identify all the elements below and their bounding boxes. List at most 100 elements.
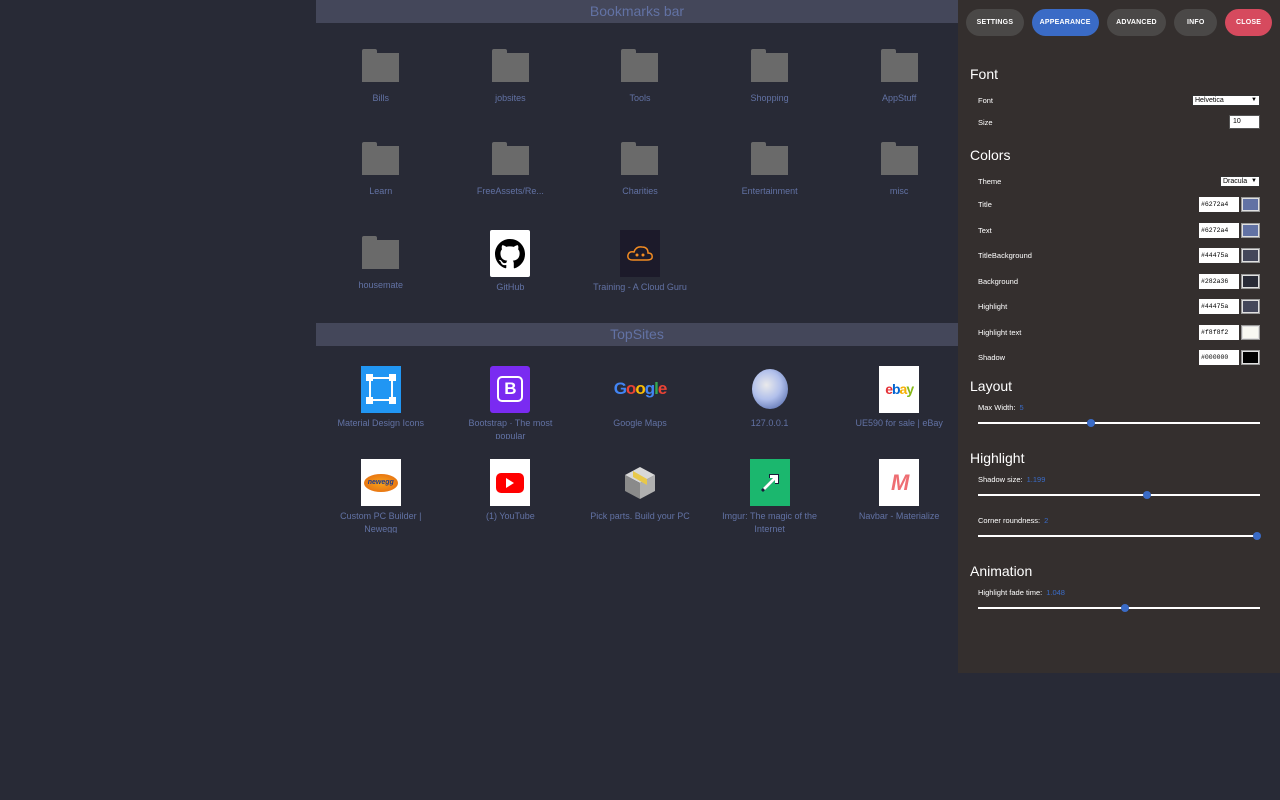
bookmark-tile-label: Shopping (750, 92, 789, 103)
corner-roundness-label: Corner roundness: (978, 515, 1041, 525)
topsite-tile[interactable]: newegg Custom PC Builder | Newegg (316, 439, 446, 533)
corner-roundness-value: 2 (1044, 515, 1049, 525)
size-input[interactable]: 10 (1229, 115, 1260, 129)
background-color-swatch[interactable] (1241, 273, 1260, 289)
max-width-slider-block: Max Width: 5 (958, 402, 1280, 427)
fade-time-label: Highlight fade time: (978, 587, 1043, 597)
highlight-text-hex-input[interactable]: #f8f8f2 (1199, 324, 1239, 340)
tab-appearance[interactable]: APPEARANCE (1031, 9, 1099, 36)
color-row-titlebackground: TitleBackground #44475a (958, 243, 1280, 269)
bookmark-tile[interactable]: FreeAssets/Re... (446, 117, 576, 211)
shadow-slider-block: Shadow size: 1.199 (958, 475, 1280, 499)
folder-icon (490, 43, 530, 88)
close-button[interactable]: CLOSE (1225, 9, 1272, 36)
tab-advanced[interactable]: ADVANCED (1106, 9, 1167, 36)
highlight-color-swatch[interactable] (1241, 299, 1260, 315)
bookmark-tile-label: misc (889, 186, 909, 197)
topsites-grid: Material Design Icons B Bootstrap · The mo… (316, 346, 964, 533)
corner-roundness-slider[interactable] (978, 531, 1262, 540)
topsite-tile[interactable]: Pick parts. Build your PC (575, 439, 705, 533)
bookmarks-grid: Bills jobsites Tools Shopping AppStuff Learn F… (316, 23, 964, 304)
font-select[interactable]: Helvetica ▼ (1192, 94, 1260, 106)
shadow-color-label: Shadow (978, 353, 1006, 363)
bookmark-tile[interactable]: misc (834, 117, 964, 211)
shadow-size-slider-thumb[interactable] (1143, 490, 1152, 499)
topsite-tile-label: Material Design Icons (337, 417, 425, 428)
text-hex-input[interactable]: #6272a4 (1199, 222, 1239, 238)
chevron-down-icon: ▼ (1251, 177, 1257, 184)
max-width-value: 5 (1019, 402, 1024, 412)
fade-time-slider-thumb[interactable] (1120, 603, 1129, 612)
bookmark-tile[interactable]: Training - A Cloud Guru (575, 210, 705, 304)
corner-roundness-slider-thumb[interactable] (1253, 531, 1262, 540)
tab-info[interactable]: INFO (1174, 9, 1218, 36)
title-hex-input[interactable]: #6272a4 (1199, 197, 1239, 213)
bookmark-tile[interactable]: jobsites (446, 23, 576, 117)
new-tab-content: Bookmarks bar Bills jobsites Tools Shopping… (316, 0, 958, 533)
topsite-tile-label: UE590 for sale | eBay (855, 417, 943, 428)
folder-icon (879, 43, 919, 88)
size-label: Size (978, 117, 993, 127)
bookmark-tile[interactable]: Charities (575, 117, 705, 211)
highlight-hex-input[interactable]: #44475a (1199, 299, 1239, 315)
topsite-tile[interactable]: (1) YouTube (446, 439, 576, 533)
text-color-swatch[interactable] (1241, 222, 1260, 238)
topsite-tile[interactable]: Material Design Icons (316, 346, 446, 440)
shadow-color-swatch[interactable] (1241, 350, 1260, 366)
titlebackground-hex-input[interactable]: #44475a (1199, 248, 1239, 264)
bookmark-tile[interactable]: Entertainment (705, 117, 835, 211)
highlight-text-color-swatch[interactable] (1241, 324, 1260, 340)
background-color-label: Background (978, 276, 1019, 286)
animation-heading: Animation (970, 562, 1033, 579)
materialize-icon: M (879, 459, 920, 506)
topsite-tile[interactable]: B Bootstrap · The most popular (446, 346, 576, 439)
bookmark-tile-label: housemate (358, 279, 404, 290)
bookmark-tile[interactable]: Bills (316, 23, 446, 117)
bookmark-tile[interactable]: housemate (316, 210, 446, 304)
max-width-slider[interactable] (978, 418, 1260, 427)
bookmark-tile[interactable]: AppStuff (834, 23, 964, 117)
topsite-tile[interactable]: Google Google Maps (575, 346, 705, 440)
background-color-controls: #282a36 (1199, 273, 1260, 289)
folder-icon (620, 43, 660, 88)
tab-settings[interactable]: SETTINGS (966, 9, 1024, 36)
topsite-tile[interactable]: Imgur: The magic of the Internet (705, 439, 835, 533)
folder-icon (879, 137, 919, 182)
max-width-slider-thumb[interactable] (1086, 418, 1095, 427)
bookmark-tile[interactable]: Tools (575, 23, 705, 117)
folder-icon (490, 137, 530, 182)
youtube-icon (490, 459, 531, 506)
bookmarks-bar-header: Bookmarks bar (316, 0, 958, 23)
title-color-swatch[interactable] (1241, 197, 1260, 213)
bookmark-tile[interactable]: GitHub (446, 210, 576, 304)
color-row-shadow: Shadow #000000 (958, 345, 1280, 371)
topsite-tile[interactable]: ebay UE590 for sale | eBay (834, 346, 964, 440)
topsite-tile-label: Google Maps (613, 417, 667, 428)
fade-time-slider[interactable] (978, 603, 1260, 612)
topsite-tile-label: (1) YouTube (486, 511, 535, 521)
bookmark-tile-label: Charities (622, 186, 658, 197)
folder-icon (361, 43, 401, 88)
topsite-tile-label: Custom PC Builder | Newegg (340, 511, 422, 533)
shadow-hex-input[interactable]: #000000 (1199, 350, 1239, 366)
folder-icon (620, 137, 660, 182)
max-width-label: Max Width: (978, 402, 1016, 412)
theme-label: Theme (978, 176, 1002, 186)
titlebackground-color-label: TitleBackground (978, 251, 1032, 261)
background-hex-input[interactable]: #282a36 (1199, 273, 1239, 289)
folder-icon (750, 43, 790, 88)
highlight-color-controls: #44475a (1199, 299, 1260, 315)
topsite-tile[interactable]: M Navbar - Materialize (834, 439, 964, 533)
topsite-tile[interactable]: 127.0.0.1 (705, 346, 835, 440)
bookmark-tile[interactable]: Shopping (705, 23, 835, 117)
settings-panel: SETTINGS APPEARANCE ADVANCED INFO CLOSE … (958, 0, 1280, 673)
pcpartpicker-icon (620, 459, 660, 506)
titlebackground-color-swatch[interactable] (1241, 248, 1260, 264)
bookmark-tile-label: GitHub (496, 282, 525, 292)
theme-select[interactable]: Dracula ▼ (1220, 175, 1260, 187)
color-row-highlight-text: Highlight text #f8f8f2 (958, 320, 1280, 346)
shadow-size-slider[interactable] (978, 490, 1260, 499)
color-row-text: Text #6272a4 (958, 218, 1280, 244)
bookmark-tile[interactable]: Learn (316, 117, 446, 211)
bookmark-tile-label: Learn (369, 186, 393, 197)
